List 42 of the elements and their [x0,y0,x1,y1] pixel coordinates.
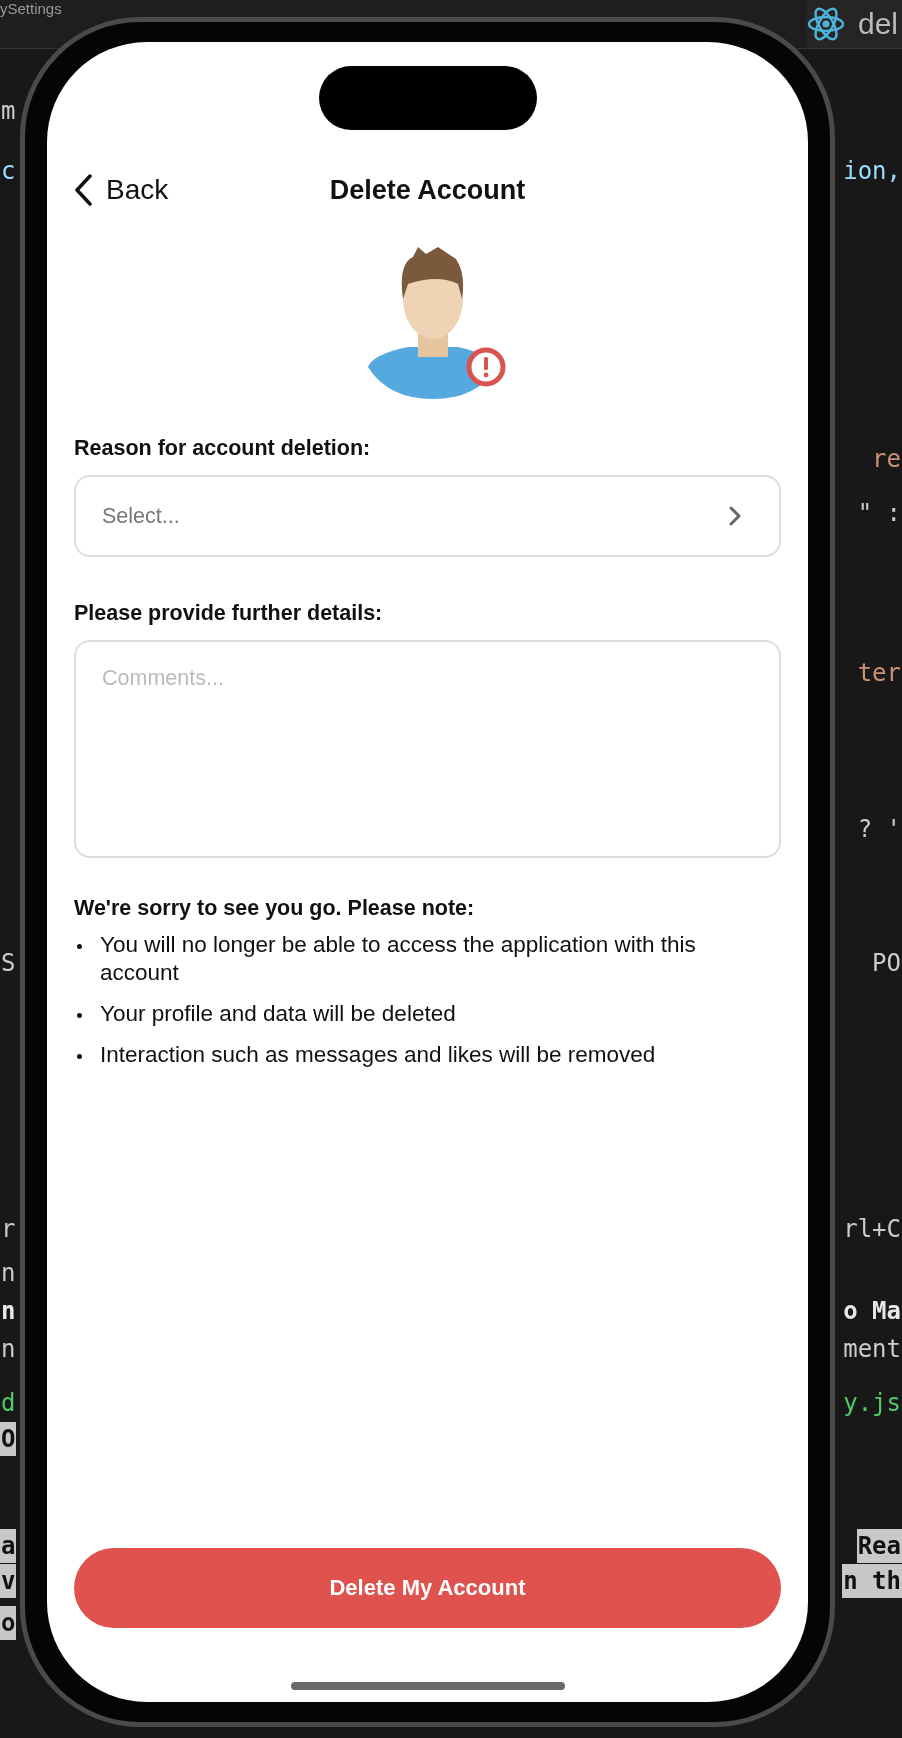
code-fragment: y.js [842,1388,902,1419]
code-fragment: ment [842,1334,902,1365]
code-fragment: o [0,1606,17,1640]
note-item: You will no longer be able to access the application with this account [100,931,697,987]
code-fragment: O [0,1422,17,1456]
code-fragment: n [0,1296,17,1327]
code-fragment: Rea [856,1529,902,1563]
bullet-icon [77,1054,82,1059]
code-fragment: rl+C [842,1214,902,1245]
code-fragment: ion, [842,156,902,187]
field-label: Please provide further details: [74,601,384,626]
back-button[interactable]: Back [74,174,169,206]
screen-title: Delete Account [329,174,526,205]
code-fragment: c [0,156,17,187]
code-fragment: S [0,948,17,979]
chevron-left-icon [74,174,92,206]
code-fragment: ter [856,658,902,689]
bullet-icon [77,944,82,949]
code-fragment: PO [871,948,902,979]
code-fragment: d [0,1388,17,1419]
code-fragment: " : [856,498,902,529]
reason-dropdown[interactable]: Select... [74,475,781,557]
code-fragment: re [871,444,902,475]
note-item: Your profile and data will be deleted [100,1000,456,1028]
note-item: Interaction such as messages and likes will be removed [100,1041,656,1069]
note-heading: We're sorry to see you go. Please note: [74,896,476,921]
chevron-right-icon [729,506,741,526]
code-fragment: v [0,1564,17,1598]
editor-tab[interactable]: ySettings [0,0,66,16]
bullet-icon [77,1013,82,1018]
code-fragment: n [0,1258,17,1289]
editor-tab[interactable]: del [805,0,902,48]
code-fragment: a [0,1529,17,1563]
code-fragment: n th [842,1564,902,1598]
delete-account-button[interactable]: Delete My Account [74,1548,781,1628]
code-fragment: n [0,1334,17,1365]
comments-field[interactable]: Comments... [74,640,781,858]
code-fragment: r [0,1214,17,1245]
field-label: Reason for account deletion: [74,436,372,461]
code-fragment: ? ' [856,814,902,845]
code-fragment: m [0,96,17,127]
code-fragment: o Ma [842,1296,902,1327]
